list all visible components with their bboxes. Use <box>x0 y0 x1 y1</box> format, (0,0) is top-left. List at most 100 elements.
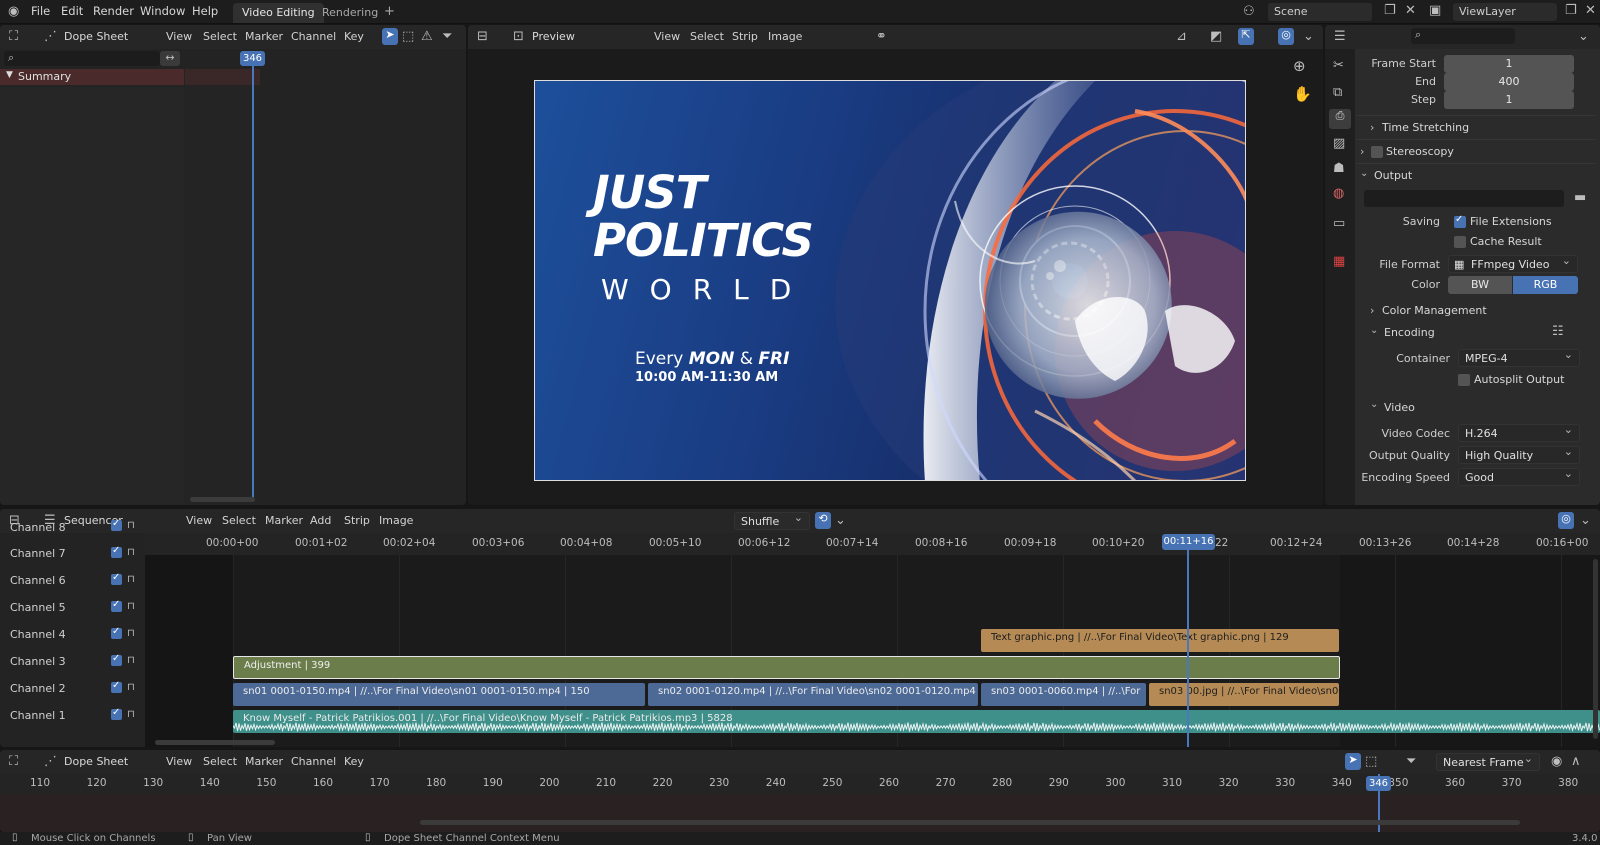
menu-marker[interactable]: Marker <box>245 30 283 43</box>
snap-icon[interactable]: ⟲ <box>815 512 831 529</box>
close-view-layer-icon[interactable]: ✕ <box>1585 4 1596 18</box>
summary-channel[interactable]: ▼ Summary <box>0 69 184 85</box>
menu-image[interactable]: Image <box>379 514 413 527</box>
lock-icon[interactable]: ⊓ <box>127 519 135 533</box>
channel-7-label[interactable]: Channel 7 <box>10 547 66 560</box>
channel-3-mute-checkbox[interactable] <box>111 653 122 666</box>
channel-8-label[interactable]: Channel 8 <box>10 521 66 534</box>
display-channels-icon[interactable]: ⊿ <box>1176 30 1187 44</box>
menu-select[interactable]: Select <box>203 30 237 43</box>
box-select-icon[interactable]: ⬚ <box>402 30 414 44</box>
overlay-icon[interactable]: ◎ <box>1278 28 1294 45</box>
color-rgb-button[interactable]: RGB <box>1513 276 1578 294</box>
filter-icon[interactable]: ⏷ <box>442 30 452 44</box>
render-tab-icon[interactable]: ⧉ <box>1333 86 1342 100</box>
view-layer-tab-icon[interactable]: ▨ <box>1333 137 1345 151</box>
lock-icon[interactable]: ⊓ <box>127 546 135 560</box>
sn03-strip[interactable]: sn03 0001-0060.mp4 | //..\For <box>981 683 1146 706</box>
copy-view-layer-icon[interactable]: ❐ <box>1565 4 1577 18</box>
add-workspace-button[interactable]: + <box>375 3 404 23</box>
sync-channels-icon[interactable]: ↔ <box>160 51 180 66</box>
scene-field[interactable]: Scene <box>1268 3 1372 21</box>
curve-icon[interactable]: ∧ <box>1571 755 1581 769</box>
video-codec-select[interactable]: H.264 <box>1458 423 1580 442</box>
sn03-image-strip[interactable]: sn03 00.jpg | //..\For Final Video\sn0 <box>1149 683 1339 706</box>
menu-help[interactable]: Help <box>192 4 218 18</box>
editor-type-icon[interactable]: ⛶ <box>9 30 18 44</box>
search-input[interactable]: ⌕ <box>4 51 160 66</box>
menu-marker[interactable]: Marker <box>245 755 283 768</box>
frame-start-field[interactable]: 1 <box>1444 55 1574 73</box>
menu-view[interactable]: View <box>186 514 212 527</box>
chevron-down-icon[interactable]: ⌄ <box>835 514 846 528</box>
menu-channel[interactable]: Channel <box>291 755 336 768</box>
lock-icon[interactable]: ⊓ <box>127 654 135 668</box>
options-chevron-icon[interactable]: ⌄ <box>1578 30 1589 44</box>
close-scene-icon[interactable]: ✕ <box>1405 4 1416 18</box>
expand-arrow-icon[interactable]: ▼ <box>6 70 13 80</box>
current-frame-badge[interactable]: 346 <box>240 51 265 66</box>
chevron-down-icon[interactable]: ⌄ <box>1303 30 1314 44</box>
stereoscopy-panel[interactable]: › Stereoscopy <box>1356 139 1596 161</box>
folder-icon[interactable]: ▬ <box>1574 191 1586 205</box>
channel-1-label[interactable]: Channel 1 <box>10 709 66 722</box>
channel-5-label[interactable]: Channel 5 <box>10 601 66 614</box>
horizontal-scrollbar[interactable] <box>420 820 1520 825</box>
view-layer-field[interactable]: ViewLayer <box>1453 3 1557 21</box>
color-management-panel[interactable]: › Color Management <box>1356 299 1596 321</box>
autosplit-checkbox[interactable] <box>1458 374 1470 386</box>
stereoscopy-checkbox[interactable] <box>1371 146 1383 158</box>
menu-strip[interactable]: Strip <box>732 30 758 43</box>
channel-4-label[interactable]: Channel 4 <box>10 628 66 641</box>
collection-tab-icon[interactable]: ▭ <box>1333 217 1345 231</box>
menu-channel[interactable]: Channel <box>291 30 336 43</box>
adjustment-strip[interactable]: Adjustment | 399 <box>233 656 1340 679</box>
menu-file[interactable]: File <box>31 4 50 18</box>
menu-window[interactable]: Window <box>140 4 185 18</box>
channel-2-label[interactable]: Channel 2 <box>10 682 66 695</box>
container-select[interactable]: MPEG-4 <box>1458 348 1580 367</box>
copy-scene-icon[interactable]: ❐ <box>1384 4 1396 18</box>
select-tool-icon[interactable]: ➤ <box>382 28 398 45</box>
menu-edit[interactable]: Edit <box>61 4 83 18</box>
filter-icon[interactable]: ⏷ <box>1406 755 1416 769</box>
transform-tool-icon[interactable]: ⇱ <box>1238 28 1254 45</box>
chevron-down-icon[interactable]: ⌄ <box>1580 514 1591 528</box>
menu-key[interactable]: Key <box>344 755 364 768</box>
editor-type-icon[interactable]: ☰ <box>1334 30 1346 44</box>
file-format-select[interactable]: ▦ FFmpeg Video <box>1448 254 1578 273</box>
channel-1-mute-checkbox[interactable] <box>111 707 122 720</box>
tool-tab-icon[interactable]: ✂ <box>1333 59 1344 73</box>
view-layer-icon[interactable]: ▣ <box>1429 4 1441 18</box>
output-path-input[interactable] <box>1364 190 1564 207</box>
dopesheet-mode-dropdown[interactable]: Dope Sheet <box>58 753 154 771</box>
menu-strip[interactable]: Strip <box>344 514 370 527</box>
editor-type-icon[interactable]: ⊟ <box>477 30 488 44</box>
menu-marker[interactable]: Marker <box>265 514 303 527</box>
audio-strip[interactable]: Know Myself - Patrick Patrikios.001 | //… <box>233 710 1600 733</box>
sn02-strip[interactable]: sn02 0001-0120.mp4 | //..\For Final Vide… <box>648 683 978 706</box>
overlap-mode-select[interactable]: Shuffle <box>734 511 810 530</box>
frame-step-field[interactable]: 1 <box>1444 91 1574 109</box>
frame-end-field[interactable]: 400 <box>1444 73 1574 91</box>
vertical-scrollbar[interactable] <box>1593 559 1598 739</box>
snap-mode-select[interactable]: Nearest Frame <box>1436 752 1540 771</box>
current-frame-badge[interactable]: 346 <box>1366 776 1391 791</box>
menu-select[interactable]: Select <box>203 755 237 768</box>
properties-search-input[interactable]: ⌕ <box>1411 28 1515 44</box>
encoding-panel[interactable]: ⌄ Encoding ☷ <box>1356 321 1596 343</box>
menu-view[interactable]: View <box>166 755 192 768</box>
presets-list-icon[interactable]: ☷ <box>1552 325 1564 339</box>
text-graphic-strip[interactable]: Text graphic.png | //..\For Final Video\… <box>981 629 1339 652</box>
channel-8-mute-checkbox[interactable] <box>111 518 122 531</box>
menu-select[interactable]: Select <box>690 30 724 43</box>
file-extensions-checkbox[interactable] <box>1454 214 1466 228</box>
scene-icon[interactable]: ⚇ <box>1243 5 1255 19</box>
texture-tab-icon[interactable]: ▦ <box>1333 255 1345 269</box>
warning-icon[interactable]: ⚠ <box>421 30 433 44</box>
world-tab-icon[interactable]: ◍ <box>1333 187 1344 201</box>
output-quality-select[interactable]: High Quality <box>1458 445 1580 464</box>
blender-logo-icon[interactable]: ◉ <box>8 5 19 19</box>
lock-icon[interactable]: ⊓ <box>127 573 135 587</box>
menu-key[interactable]: Key <box>344 30 364 43</box>
